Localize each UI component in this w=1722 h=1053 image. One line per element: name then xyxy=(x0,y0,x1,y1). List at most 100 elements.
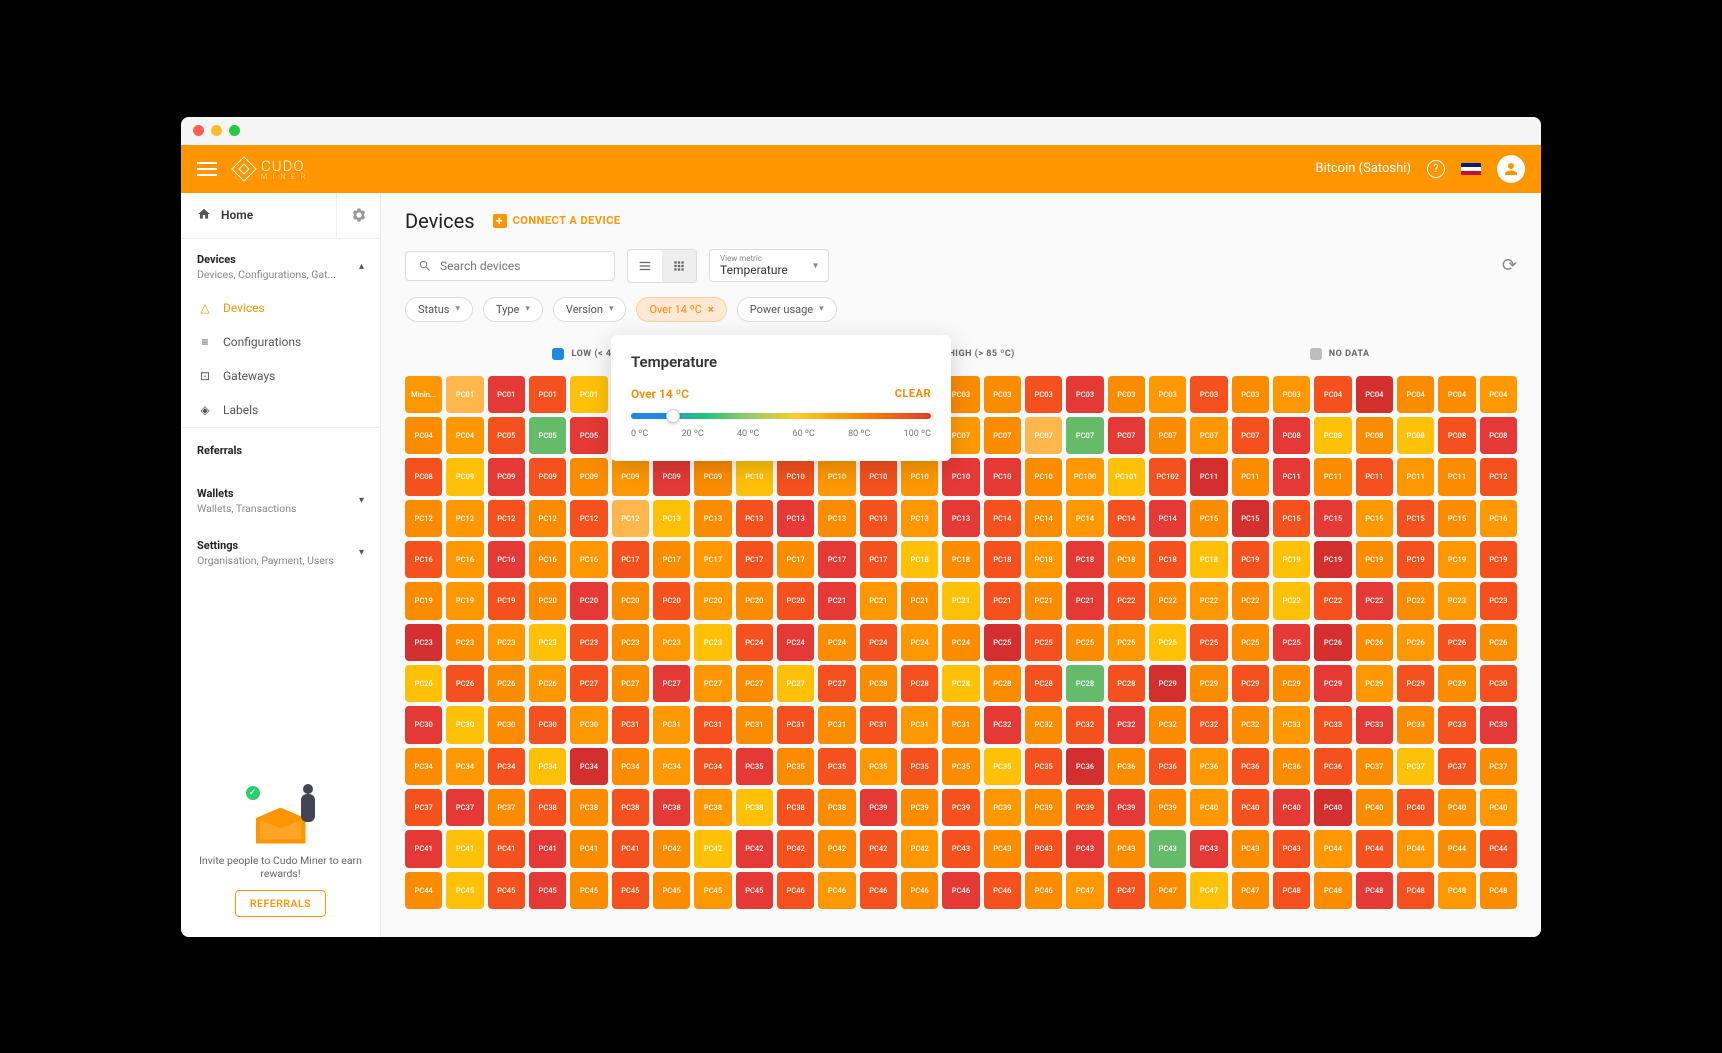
device-tile[interactable]: PC28 xyxy=(1066,665,1103,702)
device-tile[interactable]: PC08 xyxy=(1273,417,1310,454)
device-tile[interactable]: PC45 xyxy=(653,872,690,909)
device-tile[interactable]: PC11 xyxy=(1190,458,1227,495)
device-tile[interactable]: PC18 xyxy=(1149,541,1186,578)
device-tile[interactable]: PC34 xyxy=(694,748,731,785)
device-tile[interactable]: PC16 xyxy=(446,541,483,578)
sidebar-item-devices[interactable]: △Devices xyxy=(181,291,380,325)
device-tile[interactable]: PC08 xyxy=(1314,417,1351,454)
device-tile[interactable]: PC18 xyxy=(901,541,938,578)
device-tile[interactable]: PC21 xyxy=(1025,582,1062,619)
device-tile[interactable]: PC08 xyxy=(405,458,442,495)
device-tile[interactable]: PC28 xyxy=(901,665,938,702)
device-tile[interactable]: PC18 xyxy=(1108,541,1145,578)
device-tile[interactable]: PC19 xyxy=(1480,541,1517,578)
device-tile[interactable]: PC10 xyxy=(901,458,938,495)
device-tile[interactable]: PC29 xyxy=(1232,665,1269,702)
device-tile[interactable]: PC15 xyxy=(1356,500,1393,537)
device-tile[interactable]: PC24 xyxy=(736,624,773,661)
device-tile[interactable]: PC40 xyxy=(1273,789,1310,826)
device-tile[interactable]: PC25 xyxy=(1066,624,1103,661)
device-tile[interactable]: PC102 xyxy=(1149,458,1186,495)
device-tile[interactable]: PC29 xyxy=(1273,665,1310,702)
device-tile[interactable]: PC27 xyxy=(818,665,855,702)
device-tile[interactable]: PC36 xyxy=(1066,748,1103,785)
device-tile[interactable]: PC07 xyxy=(1190,417,1227,454)
device-tile[interactable]: PC17 xyxy=(777,541,814,578)
filter-chip-status[interactable]: Status▾ xyxy=(405,297,473,322)
device-tile[interactable]: PC32 xyxy=(1066,706,1103,743)
device-tile[interactable]: PC39 xyxy=(1025,789,1062,826)
device-tile[interactable]: PC33 xyxy=(1314,706,1351,743)
device-tile[interactable]: PC40 xyxy=(1190,789,1227,826)
device-tile[interactable]: PC16 xyxy=(488,541,525,578)
device-tile[interactable]: PC31 xyxy=(901,706,938,743)
window-maximize-dot[interactable] xyxy=(229,125,240,136)
device-tile[interactable]: PC25 xyxy=(1149,624,1186,661)
brand-logo[interactable]: CUDO M I N E R xyxy=(235,157,307,181)
device-tile[interactable]: PC43 xyxy=(984,830,1021,867)
device-tile[interactable]: PC17 xyxy=(694,541,731,578)
device-tile[interactable]: PC20 xyxy=(777,582,814,619)
device-tile[interactable]: PC16 xyxy=(570,541,607,578)
device-tile[interactable]: PC17 xyxy=(612,541,649,578)
device-tile[interactable]: PC47 xyxy=(1149,872,1186,909)
device-tile[interactable]: PC19 xyxy=(488,582,525,619)
device-tile[interactable]: PC43 xyxy=(1149,830,1186,867)
device-tile[interactable]: PC39 xyxy=(942,789,979,826)
connect-device-button[interactable]: + CONNECT A DEVICE xyxy=(493,214,621,228)
device-tile[interactable]: PC09 xyxy=(488,458,525,495)
device-tile[interactable]: PC29 xyxy=(1356,665,1393,702)
device-tile[interactable]: PC18 xyxy=(1025,541,1062,578)
device-tile[interactable]: PC37 xyxy=(405,789,442,826)
device-tile[interactable]: PC33 xyxy=(1438,706,1475,743)
device-tile[interactable]: PC47 xyxy=(1066,872,1103,909)
device-tile[interactable]: PC34 xyxy=(570,748,607,785)
device-tile[interactable]: PC14 xyxy=(1066,500,1103,537)
device-tile[interactable]: PC04 xyxy=(1356,376,1393,413)
metric-select[interactable]: View metric Temperature xyxy=(709,249,829,282)
device-tile[interactable]: PC42 xyxy=(736,830,773,867)
device-tile[interactable]: PC08 xyxy=(1480,417,1517,454)
device-tile[interactable]: PC16 xyxy=(405,541,442,578)
device-tile[interactable]: PC34 xyxy=(612,748,649,785)
hamburger-icon[interactable] xyxy=(197,162,217,176)
device-tile[interactable]: PC15 xyxy=(1273,500,1310,537)
device-tile[interactable]: PC11 xyxy=(1356,458,1393,495)
device-tile[interactable]: PC03 xyxy=(1149,376,1186,413)
device-tile[interactable]: PC01 xyxy=(529,376,566,413)
device-tile[interactable]: PC41 xyxy=(570,830,607,867)
device-tile[interactable]: PC32 xyxy=(1108,706,1145,743)
device-tile[interactable]: PC35 xyxy=(984,748,1021,785)
device-tile[interactable]: PC30 xyxy=(446,706,483,743)
device-tile[interactable]: PC07 xyxy=(1025,417,1062,454)
device-tile[interactable]: PC40 xyxy=(1356,789,1393,826)
wallet-currency[interactable]: Bitcoin (Satoshi) xyxy=(1315,161,1411,176)
device-tile[interactable]: PC09 xyxy=(653,458,690,495)
device-tile[interactable]: PC44 xyxy=(1397,830,1434,867)
device-tile[interactable]: PC03 xyxy=(1232,376,1269,413)
device-tile[interactable]: PC38 xyxy=(570,789,607,826)
device-tile[interactable]: PC22 xyxy=(1314,582,1351,619)
device-tile[interactable]: PC38 xyxy=(694,789,731,826)
device-tile[interactable]: PC27 xyxy=(777,665,814,702)
device-tile[interactable]: PC41 xyxy=(405,830,442,867)
device-tile[interactable]: PC32 xyxy=(1232,706,1269,743)
device-tile[interactable]: PC08 xyxy=(1438,417,1475,454)
device-tile[interactable]: PC36 xyxy=(1190,748,1227,785)
referrals-button[interactable]: REFERRALS xyxy=(235,890,326,917)
device-tile[interactable]: PC48 xyxy=(1480,872,1517,909)
device-tile[interactable]: PC23 xyxy=(488,624,525,661)
device-tile[interactable]: PC45 xyxy=(529,872,566,909)
filter-chip-version[interactable]: Version▾ xyxy=(553,297,627,322)
device-tile[interactable]: PC10 xyxy=(777,458,814,495)
device-tile[interactable]: PC29 xyxy=(1397,665,1434,702)
device-tile[interactable]: PC26 xyxy=(1480,624,1517,661)
device-tile[interactable]: PC37 xyxy=(1397,748,1434,785)
device-tile[interactable]: PC23 xyxy=(529,624,566,661)
device-tile[interactable]: PC10 xyxy=(818,458,855,495)
sidebar-section-wallets[interactable]: Wallets Wallets, Transactions ▾ xyxy=(181,473,380,525)
device-tile[interactable]: PC25 xyxy=(1108,624,1145,661)
device-tile[interactable]: PC01 xyxy=(488,376,525,413)
device-tile[interactable]: PC31 xyxy=(694,706,731,743)
sidebar-home[interactable]: Home xyxy=(181,193,336,238)
